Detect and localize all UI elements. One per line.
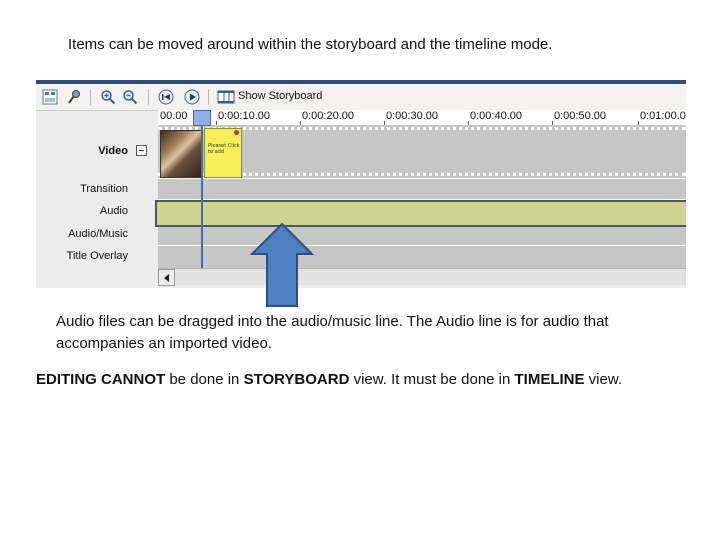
track-divider [158, 178, 686, 179]
track-label-transition: Transition [80, 183, 128, 195]
toolbar-separator [208, 89, 209, 105]
editing-text: view. It must be done in [349, 371, 515, 388]
filmstrip-icon[interactable] [216, 87, 236, 107]
zoom-out-icon[interactable] [120, 87, 140, 107]
show-storyboard-button[interactable]: Show Storyboard [238, 90, 322, 102]
ruler-tick-label: 0:00:40.00 [470, 110, 522, 122]
timeline-toolbar: Show Storyboard [36, 84, 686, 111]
track-label-video: Video [98, 145, 128, 157]
title-clip-thumbnail[interactable]: Pleaset Click to add [204, 128, 242, 178]
rewind-icon[interactable] [156, 87, 176, 107]
movie-maker-timeline: Show Storyboard 00.00 0:00:10.00 0:00:20… [36, 80, 686, 288]
horizontal-scrollbar[interactable] [158, 268, 686, 286]
slide-heading: Items can be moved around within the sto… [68, 36, 553, 53]
editing-text: view. [584, 371, 623, 388]
playhead-line [201, 110, 203, 268]
ruler-tick-label: 0:00:30.00 [386, 110, 438, 122]
play-icon[interactable] [182, 87, 202, 107]
timeline-tracks: Pleaset Click to add [155, 125, 686, 268]
video-track[interactable]: Pleaset Click to add [158, 125, 686, 178]
ruler-tick-label: 0:00:20.00 [302, 110, 354, 122]
timeline-text: TIMELINE [514, 371, 585, 388]
editing-text: be done in [165, 371, 244, 388]
ruler-tick-label: 0:01:00.0 [640, 110, 686, 122]
up-arrow-icon [250, 222, 314, 307]
timeline-ruler[interactable]: 00.00 0:00:10.00 0:00:20.00 0:00:30.00 0… [158, 110, 686, 126]
clip-marker-icon [234, 130, 239, 135]
playhead-handle[interactable] [193, 110, 211, 126]
zoom-in-icon[interactable] [98, 87, 118, 107]
audio-track-highlight[interactable] [155, 200, 686, 227]
ruler-tick-label: 00.00 [160, 110, 188, 122]
track-labels: Video Transition Audio Audio/Music Title… [36, 125, 156, 268]
toolbar-separator [148, 89, 149, 105]
editing-cannot-text: EDITING CANNOT [36, 371, 166, 388]
microphone-icon[interactable] [64, 87, 84, 107]
audio-explanation: Audio files can be dragged into the audi… [56, 313, 609, 352]
title-clip-text: Pleaset Click to add [208, 143, 240, 155]
track-label-audio-music: Audio/Music [68, 228, 128, 240]
storyboard-view-icon[interactable] [40, 87, 60, 107]
ruler-tick-label: 0:00:10.00 [218, 110, 270, 122]
toolbar-separator [90, 89, 91, 105]
track-label-title-overlay: Title Overlay [66, 250, 128, 262]
storyboard-text: STORYBOARD [243, 371, 350, 388]
collapse-video-track-icon[interactable] [136, 145, 147, 156]
video-clip-thumbnail[interactable] [160, 130, 203, 178]
track-divider [158, 245, 686, 246]
scroll-left-arrow-icon[interactable] [158, 269, 175, 286]
ruler-tick-label: 0:00:50.00 [554, 110, 606, 122]
editing-note: EDITING CANNOT be done in STORYBOARD vie… [36, 371, 622, 388]
track-label-audio: Audio [99, 205, 128, 217]
